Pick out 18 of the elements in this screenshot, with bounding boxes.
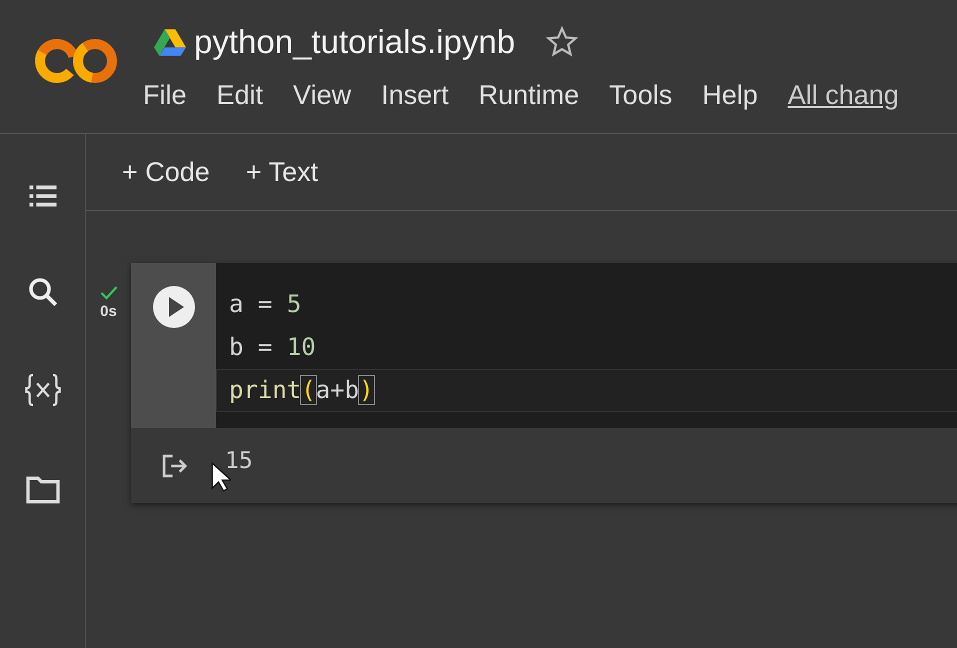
menu-item[interactable]: Help [702,80,758,111]
add-cell-button[interactable]: + Text [236,150,328,194]
execution-time: 0s [100,303,117,320]
code-line: b = 10 [228,332,317,363]
add-cell-button[interactable]: + Code [112,150,220,194]
star-icon[interactable] [545,25,580,59]
drive-icon [154,28,186,56]
menu-item[interactable]: Tools [609,80,672,111]
menu-item[interactable]: Runtime [478,80,580,111]
output-text: 15 [225,448,253,474]
menu-item[interactable]: View [293,80,352,111]
menu-item[interactable]: Edit [216,80,264,111]
run-button-icon[interactable] [152,285,196,329]
menu-item[interactable]: Insert [381,80,449,111]
changes-link[interactable]: All chang [788,80,899,111]
notebook-title[interactable]: python_tutorials.ipynb [194,23,516,61]
menu-item[interactable]: File [143,80,187,111]
code-line: a = 5 [228,289,302,320]
